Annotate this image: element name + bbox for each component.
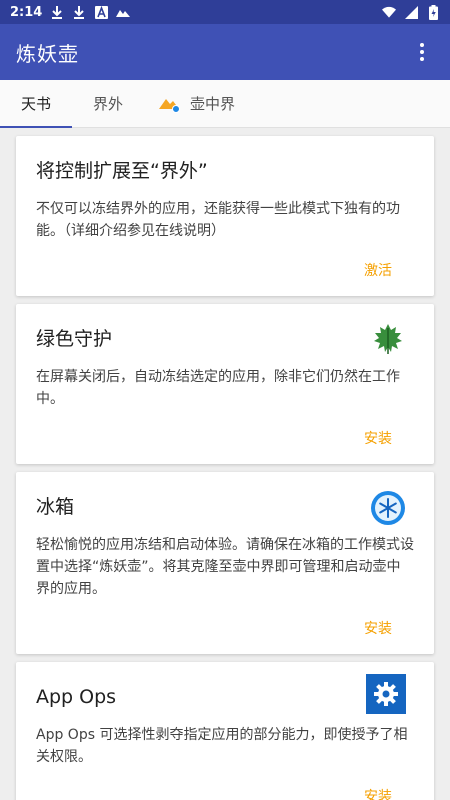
card-title: App Ops <box>36 686 117 708</box>
gear-icon <box>366 674 406 714</box>
download-icon <box>72 5 86 19</box>
tab-label: 天书 <box>20 95 51 113</box>
card-icebox: 冰箱 轻松愉悦的应用冻结和启动体验。请确保在冰箱的工作模式设置中选择“炼妖壶”。… <box>16 472 434 654</box>
card-greenify: 绿色守护 在屏幕关闭后，自动冻结选定的应用，除非它们仍然在工作中。 安装 <box>16 304 434 464</box>
status-bar: 2:14 <box>0 0 450 24</box>
tab-label: 界外 <box>92 95 123 113</box>
more-vert-icon <box>420 43 424 47</box>
snowflake-icon <box>368 488 408 528</box>
card-description: App Ops 可选择性剥夺指定应用的部分能力，即使授予了相关权限。 <box>36 727 408 765</box>
status-time: 2:14 <box>10 4 43 20</box>
card-title: 绿色守护 <box>36 328 113 350</box>
system-icons <box>382 4 440 20</box>
overflow-menu-button[interactable] <box>410 40 434 64</box>
tab-tianshu[interactable]: 天书 <box>0 80 72 128</box>
card-description: 轻松愉悦的应用冻结和启动体验。请确保在冰箱的工作模式设置中选择“炼妖壶”。将其克… <box>36 537 414 597</box>
card-appops: App Ops App Ops 可选择性剥夺指定应用的部分能力，即使授予了相关权… <box>16 662 434 800</box>
island-badge-icon <box>158 95 182 113</box>
card-title: 冰箱 <box>36 496 75 518</box>
card-description: 在屏幕关闭后，自动冻结选定的应用，除非它们仍然在工作中。 <box>36 369 400 407</box>
card-description: 不仅可以冻结界外的应用，还能获得一些此模式下独有的功能。（详细介绍参见在线说明） <box>36 201 400 239</box>
app-title: 炼妖壶 <box>16 41 79 66</box>
activate-button[interactable]: 激活 <box>36 260 414 280</box>
app-bar: 炼妖壶 <box>0 24 450 80</box>
download-icon <box>50 5 64 19</box>
install-appops-button[interactable]: 安装 <box>36 786 414 800</box>
card-title: 将控制扩展至“界外” <box>36 160 208 182</box>
green-leaf-icon <box>368 320 408 360</box>
wifi-icon <box>382 5 396 19</box>
tab-huzhongjie[interactable]: 壶中界 <box>144 80 235 127</box>
install-greenify-button[interactable]: 安装 <box>36 428 414 448</box>
tab-jiewai[interactable]: 界外 <box>72 80 144 127</box>
card-list: 将控制扩展至“界外” 不仅可以冻结界外的应用，还能获得一些此模式下独有的功能。（… <box>16 136 434 800</box>
battery-charging-icon <box>426 4 440 20</box>
card-extend-control: 将控制扩展至“界外” 不仅可以冻结界外的应用，还能获得一些此模式下独有的功能。（… <box>16 136 434 296</box>
tab-label: 壶中界 <box>190 95 236 113</box>
signal-icon <box>404 5 418 19</box>
mountain-icon <box>116 5 131 19</box>
tab-bar: 天书 界外 壶中界 <box>0 80 450 128</box>
font-icon <box>94 5 108 19</box>
notification-icons <box>50 5 131 19</box>
install-icebox-button[interactable]: 安装 <box>36 618 414 638</box>
